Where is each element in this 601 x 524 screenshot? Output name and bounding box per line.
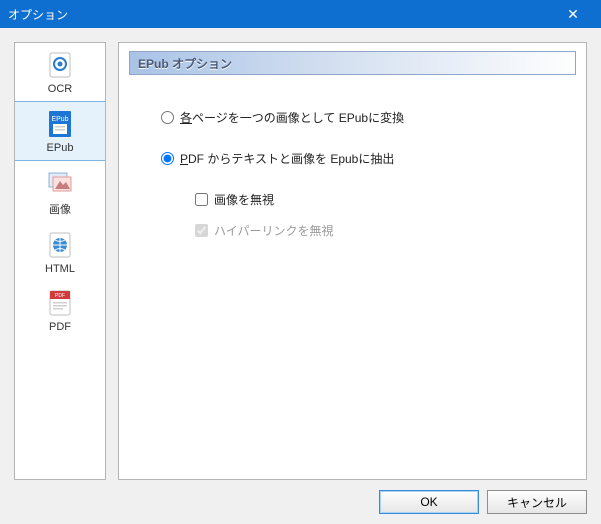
- radio-each-page-as-image[interactable]: 各ページを一つの画像として EPubに変換: [161, 109, 576, 126]
- client-area: OCR EPub EPub: [0, 28, 601, 524]
- sidebar-item-pdf[interactable]: PDF PDF: [15, 281, 105, 339]
- radio-extract-label: PDF からテキストと画像を Epubに抽出: [180, 150, 394, 167]
- radio-extract-input[interactable]: [161, 152, 174, 165]
- sidebar-item-label: EPub: [47, 142, 74, 154]
- check-ignore-images[interactable]: 画像を無視: [195, 191, 576, 208]
- check-ignore-hyperlinks-input: [195, 224, 208, 237]
- ocr-icon: [44, 49, 76, 81]
- options-area: 各ページを一つの画像として EPubに変換 PDF からテキストと画像を Epu…: [119, 75, 586, 263]
- close-icon: ✕: [567, 6, 579, 23]
- pdf-icon: PDF: [44, 287, 76, 319]
- check-ignore-images-label: 画像を無視: [214, 191, 274, 208]
- check-ignore-images-input[interactable]: [195, 193, 208, 206]
- category-sidebar: OCR EPub EPub: [14, 42, 106, 480]
- html-icon: [44, 229, 76, 261]
- sidebar-item-epub[interactable]: EPub EPub: [15, 101, 105, 161]
- cancel-button-label: キャンセル: [507, 494, 567, 511]
- sidebar-item-ocr[interactable]: OCR: [15, 43, 105, 101]
- check-ignore-hyperlinks-label: ハイパーリンクを無視: [214, 222, 334, 239]
- panel-header: EPub オプション: [129, 51, 576, 75]
- radio-each-page-label: 各ページを一つの画像として EPubに変換: [180, 109, 404, 126]
- epub-icon: EPub: [44, 108, 76, 140]
- options-dialog: オプション ✕ OCR EPub: [0, 0, 601, 524]
- ok-button-label: OK: [420, 495, 437, 509]
- radio-extract-text-images[interactable]: PDF からテキストと画像を Epubに抽出: [161, 150, 576, 167]
- sidebar-item-label: 画像: [49, 201, 71, 217]
- titlebar: オプション ✕: [0, 0, 601, 28]
- sidebar-item-image[interactable]: 画像: [15, 161, 105, 223]
- cancel-button[interactable]: キャンセル: [487, 490, 587, 514]
- svg-text:EPub: EPub: [51, 116, 68, 123]
- sidebar-item-label: PDF: [49, 321, 71, 333]
- ok-button[interactable]: OK: [379, 490, 479, 514]
- radio-each-page-input[interactable]: [161, 111, 174, 124]
- sidebar-item-label: OCR: [48, 83, 72, 95]
- check-ignore-hyperlinks: ハイパーリンクを無視: [195, 222, 576, 239]
- image-icon: [44, 167, 76, 199]
- dialog-footer: OK キャンセル: [379, 490, 587, 514]
- close-button[interactable]: ✕: [553, 0, 593, 28]
- svg-text:PDF: PDF: [55, 293, 65, 299]
- options-panel: EPub オプション 各ページを一つの画像として EPubに変換 PDF からテ…: [118, 42, 587, 480]
- window-title: オプション: [8, 6, 553, 23]
- sidebar-item-label: HTML: [45, 263, 75, 275]
- sidebar-item-html[interactable]: HTML: [15, 223, 105, 281]
